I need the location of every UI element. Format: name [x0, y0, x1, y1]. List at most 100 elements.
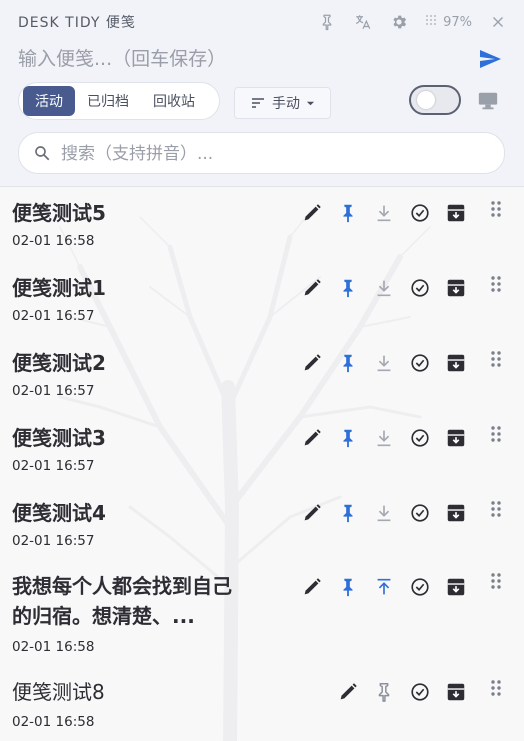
opacity-dots-icon — [425, 14, 437, 30]
archive-icon[interactable] — [444, 276, 468, 300]
tab-active[interactable]: 活动 — [23, 86, 75, 116]
complete-icon[interactable] — [408, 351, 432, 375]
note-time: 02-01 16:57 — [12, 533, 95, 549]
complete-icon[interactable] — [408, 680, 432, 704]
pin-icon[interactable] — [336, 575, 360, 599]
close-icon[interactable] — [488, 12, 508, 32]
pin-icon[interactable] — [336, 276, 360, 300]
archive-icon[interactable] — [444, 201, 468, 225]
edit-icon[interactable] — [300, 351, 324, 375]
sort-lines-icon — [252, 98, 264, 108]
pin-icon[interactable] — [336, 201, 360, 225]
opacity-control[interactable]: 97% — [425, 14, 472, 30]
archive-icon[interactable] — [444, 351, 468, 375]
note-title: 便笺测试5 — [12, 201, 106, 225]
titlebar-icons: 97% — [317, 12, 508, 32]
app-title: DESK TIDY 便笺 — [18, 15, 136, 31]
drag-handle-icon[interactable] — [488, 678, 504, 698]
filter-bar: 活动 已归档 回收站 手动 — [18, 82, 508, 122]
send-icon — [480, 50, 501, 68]
note-actions — [300, 501, 480, 525]
pin-icon[interactable] — [336, 351, 360, 375]
archive-icon[interactable] — [444, 426, 468, 450]
send-button[interactable] — [476, 46, 504, 72]
opacity-value: 97% — [443, 14, 472, 30]
move-bottom-icon[interactable] — [372, 276, 396, 300]
sort-label: 手动 — [272, 96, 300, 112]
edit-icon[interactable] — [300, 276, 324, 300]
translate-icon[interactable] — [353, 12, 373, 32]
titlebar: DESK TIDY 便笺 97% — [18, 12, 508, 34]
note-item[interactable]: 便笺测试5 02-01 16:58 — [0, 199, 524, 263]
gear-icon[interactable] — [389, 12, 409, 32]
note-time: 02-01 16:58 — [12, 233, 95, 249]
note-actions — [300, 201, 480, 225]
mode-toggle[interactable] — [409, 85, 461, 115]
move-bottom-icon[interactable] — [372, 426, 396, 450]
edit-icon[interactable] — [300, 575, 324, 599]
drag-handle-icon[interactable] — [488, 571, 504, 591]
note-item[interactable]: 便笺测试4 02-01 16:57 — [0, 499, 524, 563]
note-item[interactable]: 便笺测试1 02-01 16:57 — [0, 274, 524, 338]
compose-bar — [18, 46, 501, 74]
note-title: 便笺测试3 — [12, 426, 106, 450]
pin-icon[interactable] — [336, 501, 360, 525]
search-icon — [33, 144, 51, 162]
note-item[interactable]: 便笺测试8 02-01 16:58 — [0, 678, 524, 738]
complete-icon[interactable] — [408, 426, 432, 450]
note-time: 02-01 16:57 — [12, 458, 95, 474]
note-actions — [300, 351, 480, 375]
note-title: 便笺测试8 — [12, 680, 105, 704]
note-title: 便笺测试4 — [12, 501, 106, 525]
app-window: DESK TIDY 便笺 97% 输入便笺...（回车保存） 活动 已归档 回收… — [0, 0, 524, 741]
compose-input[interactable] — [18, 46, 458, 72]
search-input[interactable] — [61, 142, 481, 166]
pin-window-icon[interactable] — [317, 12, 337, 32]
tab-trash[interactable]: 回收站 — [141, 86, 207, 116]
sort-dropdown[interactable]: 手动 — [234, 87, 331, 119]
monitor-icon[interactable] — [477, 90, 499, 112]
note-actions — [336, 680, 480, 704]
pin-icon[interactable] — [372, 680, 396, 704]
archive-icon[interactable] — [444, 680, 468, 704]
note-actions — [300, 426, 480, 450]
drag-handle-icon[interactable] — [488, 349, 504, 369]
note-item[interactable]: 我想每个人都会找到自己的归宿。想清楚、... 02-01 16:58 — [0, 571, 524, 671]
status-tabs: 活动 已归档 回收站 — [18, 82, 220, 120]
drag-handle-icon[interactable] — [488, 274, 504, 294]
drag-handle-icon[interactable] — [488, 199, 504, 219]
note-time: 02-01 16:58 — [12, 639, 95, 655]
drag-handle-icon[interactable] — [488, 424, 504, 444]
note-actions — [300, 276, 480, 300]
header: DESK TIDY 便笺 97% 输入便笺...（回车保存） 活动 已归档 回收… — [0, 0, 524, 187]
toggle-knob — [417, 91, 435, 109]
note-title: 我想每个人都会找到自己的归宿。想清楚、... — [12, 574, 232, 628]
notes-list: 便笺测试5 02-01 16:58 便笺测试1 02-01 16:57 便笺测试… — [0, 187, 524, 741]
complete-icon[interactable] — [408, 276, 432, 300]
archive-icon[interactable] — [444, 501, 468, 525]
move-bottom-icon[interactable] — [372, 351, 396, 375]
complete-icon[interactable] — [408, 575, 432, 599]
move-top-icon[interactable] — [372, 575, 396, 599]
drag-handle-icon[interactable] — [488, 499, 504, 519]
complete-icon[interactable] — [408, 201, 432, 225]
note-title: 便笺测试1 — [12, 276, 106, 300]
note-item[interactable]: 便笺测试2 02-01 16:57 — [0, 349, 524, 413]
note-title: 便笺测试2 — [12, 351, 106, 375]
move-bottom-icon[interactable] — [372, 201, 396, 225]
complete-icon[interactable] — [408, 501, 432, 525]
note-time: 02-01 16:58 — [12, 714, 95, 730]
move-bottom-icon[interactable] — [372, 501, 396, 525]
edit-icon[interactable] — [336, 680, 360, 704]
edit-icon[interactable] — [300, 426, 324, 450]
edit-icon[interactable] — [300, 501, 324, 525]
archive-icon[interactable] — [444, 575, 468, 599]
pin-icon[interactable] — [336, 426, 360, 450]
note-item[interactable]: 便笺测试3 02-01 16:57 — [0, 424, 524, 488]
tab-archived[interactable]: 已归档 — [75, 86, 141, 116]
note-time: 02-01 16:57 — [12, 383, 95, 399]
note-time: 02-01 16:57 — [12, 308, 95, 324]
search-box — [18, 132, 505, 174]
caret-down-icon — [306, 101, 315, 105]
edit-icon[interactable] — [300, 201, 324, 225]
